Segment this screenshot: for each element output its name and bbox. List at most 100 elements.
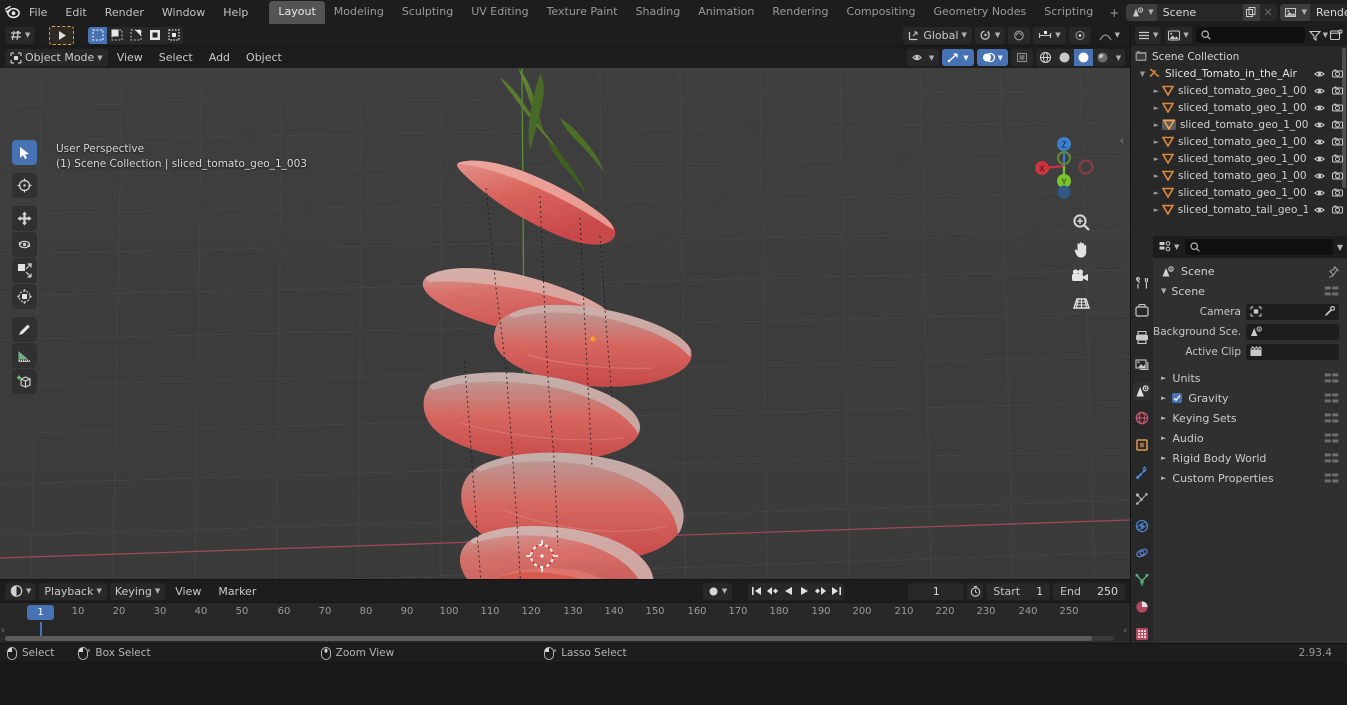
scene-tab-icon[interactable]	[1133, 382, 1151, 400]
render-tab-icon[interactable]	[1133, 301, 1151, 319]
jump-to-prev-keyframe-button[interactable]	[764, 582, 781, 600]
eye-icon[interactable]	[1314, 138, 1325, 146]
units-panel-header[interactable]: ► Units ▬▬ ▬▬	[1153, 368, 1347, 388]
particles-tab-icon[interactable]	[1133, 490, 1151, 508]
outliner-editor-type-button[interactable]: ▼	[1135, 26, 1162, 44]
material-tab-icon[interactable]	[1133, 598, 1151, 616]
proportional-editing-button[interactable]	[49, 25, 75, 45]
chevron-down-icon[interactable]: ▼	[963, 54, 968, 62]
rotate-tool-icon[interactable]	[12, 232, 37, 257]
menu-window[interactable]: Window	[153, 3, 214, 22]
auto-keying-button[interactable]: ▼	[702, 582, 733, 600]
pin-icon[interactable]	[1328, 265, 1339, 278]
toggle-perspective-tool-icon[interactable]	[1070, 292, 1092, 314]
viewport-menu-add[interactable]: Add	[202, 49, 237, 66]
jump-to-start-button[interactable]	[748, 582, 765, 600]
eye-icon[interactable]	[1314, 155, 1325, 163]
outliner-row-collection[interactable]: ▼ Sliced_Tomato_in_the_Air	[1131, 65, 1347, 82]
new-collection-icon[interactable]	[1330, 29, 1343, 41]
new-scene-button[interactable]	[1242, 3, 1260, 21]
transform-tool-icon[interactable]	[12, 284, 37, 309]
object-tab-icon[interactable]	[1133, 436, 1151, 454]
timeline-track-area[interactable]: ‹ ›	[0, 622, 1130, 643]
scale-tool-icon[interactable]	[12, 258, 37, 283]
camera-icon[interactable]	[1332, 154, 1343, 163]
cursor-tool-icon[interactable]	[12, 173, 37, 198]
chevron-down-icon[interactable]: ▼	[1055, 31, 1060, 39]
viewlayer-selector[interactable]: ▼ RenderLayer ✕	[1279, 3, 1347, 21]
navigation-gizmo[interactable]: Z X Y	[1028, 130, 1100, 202]
tab-geometry-nodes[interactable]: Geometry Nodes	[924, 1, 1035, 24]
tab-scripting[interactable]: Scripting	[1035, 1, 1102, 24]
background-scene-field[interactable]	[1246, 323, 1339, 340]
chevron-down-icon[interactable]: ▼	[1174, 243, 1179, 251]
chevron-down-icon[interactable]: ▼	[1148, 3, 1157, 21]
expand-triangle-icon[interactable]: ►	[1161, 394, 1166, 402]
chevron-down-icon[interactable]: ▼	[1323, 31, 1328, 39]
outliner-row-object[interactable]: ► sliced_tomato_geo_1_00	[1131, 184, 1347, 201]
viewport-menu-object[interactable]: Object	[239, 49, 289, 66]
chevron-down-icon[interactable]: ▼	[929, 54, 934, 62]
scene-panel-header[interactable]: ▼ Scene ▬▬ ▬▬	[1153, 281, 1347, 301]
viewlayer-tab-icon[interactable]	[1133, 355, 1151, 373]
object-visibility-button[interactable]: ▼	[906, 49, 940, 66]
gravity-panel-header[interactable]: ► Gravity ▬▬ ▬▬	[1153, 388, 1347, 408]
rigid-body-world-panel-header[interactable]: ► Rigid Body World ▬▬ ▬▬	[1153, 448, 1347, 468]
pan-tool-icon[interactable]	[1070, 238, 1092, 260]
sliced-tomato-model[interactable]	[0, 68, 1130, 579]
chevron-down-icon[interactable]: ▼	[96, 587, 101, 595]
camera-icon[interactable]	[1332, 188, 1343, 197]
use-preview-range-icon[interactable]	[967, 582, 984, 600]
outliner-row-object-active[interactable]: ► sliced_tomato_geo_1_00	[1131, 116, 1347, 133]
expand-triangle-icon[interactable]: ►	[1161, 374, 1166, 382]
snap-target-button[interactable]: ▼	[1033, 26, 1066, 44]
expand-triangle-icon[interactable]: ▼	[1137, 70, 1148, 78]
chevron-down-icon[interactable]: ▼	[26, 587, 31, 595]
current-frame-field[interactable]: 1	[908, 582, 965, 600]
frame-start-field[interactable]: Start 1	[986, 582, 1051, 600]
camera-icon[interactable]	[1332, 137, 1343, 146]
chevron-down-icon[interactable]: ▼	[998, 54, 1003, 62]
move-tool-icon[interactable]	[12, 206, 37, 231]
timeline-menu-marker[interactable]: Marker	[211, 583, 263, 600]
tab-modeling[interactable]: Modeling	[325, 1, 393, 24]
chevron-down-icon[interactable]: ▼	[1183, 31, 1188, 39]
tab-texture-paint[interactable]: Texture Paint	[538, 1, 627, 24]
tab-sculpting[interactable]: Sculpting	[393, 1, 462, 24]
timeline-menu-view[interactable]: View	[168, 583, 208, 600]
expand-triangle-icon[interactable]: ►	[1161, 454, 1166, 462]
constraints-tab-icon[interactable]	[1133, 544, 1151, 562]
sidebar-collapse-icon[interactable]: ‹	[1120, 134, 1124, 147]
overlays-toggle-button[interactable]: ▼	[976, 49, 1008, 66]
physics-tab-icon[interactable]	[1133, 517, 1151, 535]
timeline-menu-playback[interactable]: Playback ▼	[39, 582, 107, 600]
select-mode-buttons[interactable]	[88, 26, 184, 44]
outliner-tree[interactable]: Scene Collection ▼ Sliced_Tomato_in_the_…	[1131, 46, 1347, 236]
chevron-down-icon[interactable]: ▼	[1153, 31, 1158, 39]
menu-render[interactable]: Render	[96, 3, 153, 22]
wireframe-shading-icon[interactable]	[1036, 49, 1055, 66]
gizmo-toggle-button[interactable]: ▼	[942, 49, 974, 66]
audio-panel-header[interactable]: ► Audio ▬▬ ▬▬	[1153, 428, 1347, 448]
jump-to-end-button[interactable]	[828, 582, 845, 600]
gravity-checkbox[interactable]	[1172, 393, 1183, 403]
chevron-down-icon[interactable]: ▼	[961, 31, 966, 39]
world-tab-icon[interactable]	[1133, 409, 1151, 427]
data-tab-icon[interactable]	[1133, 571, 1151, 589]
expand-triangle-icon[interactable]: ►	[1151, 104, 1162, 112]
eyedropper-icon[interactable]	[1324, 306, 1335, 317]
properties-editor-type-button[interactable]: ▼	[1157, 239, 1181, 256]
expand-triangle-icon[interactable]: ►	[1161, 434, 1166, 442]
chevron-down-icon[interactable]: ▼	[25, 31, 30, 39]
add-workspace-button[interactable]: +	[1102, 2, 1126, 24]
eye-icon[interactable]	[1314, 70, 1325, 78]
timeline-scroll-right-arrow[interactable]: ‹	[1123, 626, 1127, 636]
eye-icon[interactable]	[1314, 87, 1325, 95]
tab-animation[interactable]: Animation	[689, 1, 763, 24]
eye-icon[interactable]	[1314, 121, 1325, 129]
snap-toggle-group[interactable]	[1008, 26, 1031, 44]
chevron-down-icon[interactable]: ▼	[1115, 31, 1120, 39]
menu-file[interactable]: File	[20, 3, 56, 22]
active-clip-field[interactable]	[1246, 343, 1339, 360]
transform-orientation-button[interactable]: Global ▼	[903, 26, 972, 44]
